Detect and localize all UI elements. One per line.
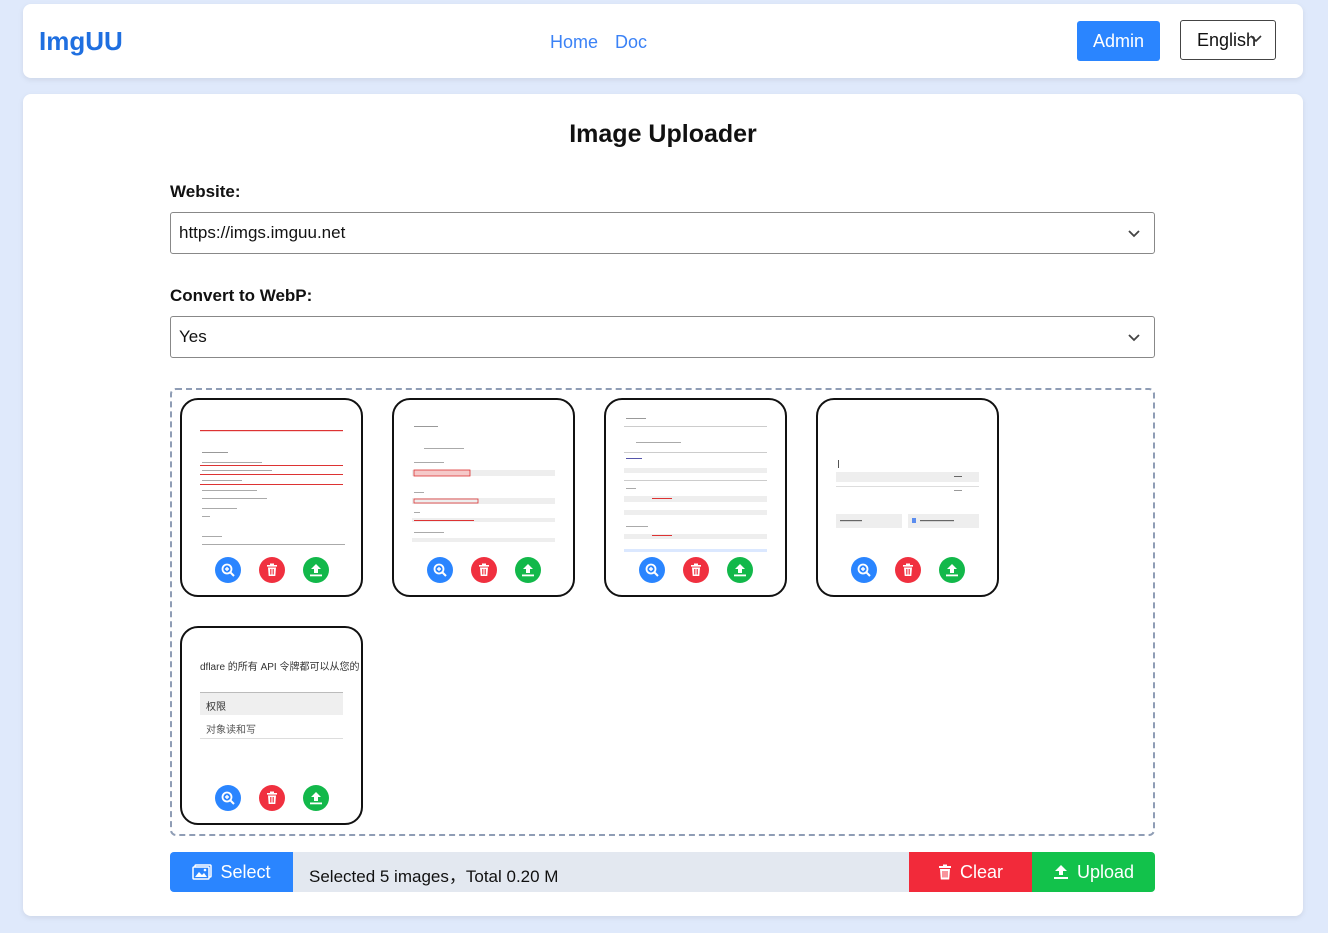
logo[interactable]: ImgUU (39, 26, 123, 57)
delete-button[interactable] (682, 557, 709, 583)
zoom-button[interactable] (850, 557, 877, 583)
upload-button[interactable]: Upload (1032, 852, 1155, 892)
image-preview (200, 430, 345, 545)
webp-label: Convert to WebP: (170, 286, 313, 305)
uploader-card: Image Uploader Website: https://imgs.img… (23, 94, 1303, 916)
preview-table-row-text: 对象读和写 (206, 725, 256, 736)
upload-single-button[interactable] (302, 785, 329, 811)
upload-single-button[interactable] (514, 557, 541, 583)
image-thumbnail (604, 398, 787, 597)
webp-value: Yes (179, 327, 207, 346)
upload-icon (945, 564, 958, 577)
zoom-in-icon (433, 563, 447, 577)
top-header: ImgUU Home Doc Admin English (23, 4, 1303, 78)
nav-doc-link[interactable]: Doc (615, 32, 647, 52)
trash-icon (478, 563, 489, 576)
main-nav: Home Doc (550, 32, 659, 53)
upload-toolbar: Select Selected 5 images，Total 0.20 M Cl… (170, 852, 1155, 892)
image-preview: dflare 的所有 API 令牌都可以从您的 权限 对象读和写 (198, 640, 359, 780)
select-button[interactable]: Select (170, 852, 293, 892)
image-preview (836, 460, 979, 528)
upload-icon (1053, 865, 1068, 879)
clear-button[interactable]: Clear (909, 852, 1032, 892)
preview-text-line: dflare 的所有 API 令牌都可以从您的 (200, 662, 360, 673)
trash-icon (266, 791, 277, 804)
image-thumbnail: dflare 的所有 API 令牌都可以从您的 权限 对象读和写 (180, 626, 363, 825)
upload-single-button[interactable] (302, 557, 329, 583)
chevron-down-icon (1250, 35, 1262, 43)
zoom-in-icon (857, 563, 871, 577)
zoom-button[interactable] (426, 557, 453, 583)
zoom-in-icon (645, 563, 659, 577)
upload-icon (309, 564, 322, 577)
page-title: Image Uploader (569, 120, 757, 148)
image-dropzone[interactable]: dflare 的所有 API 令牌都可以从您的 权限 对象读和写 (170, 388, 1155, 836)
preview-table-row: 对象读和写 (200, 714, 343, 739)
image-thumbnail (392, 398, 575, 597)
upload-single-button[interactable] (938, 557, 965, 583)
upload-icon (309, 792, 322, 805)
image-preview (412, 426, 555, 542)
zoom-button[interactable] (214, 785, 241, 811)
delete-button[interactable] (258, 785, 285, 811)
trash-icon (938, 864, 951, 880)
upload-single-button[interactable] (726, 557, 753, 583)
nav-home-link[interactable]: Home (550, 32, 598, 52)
select-button-label: Select (220, 861, 271, 882)
zoom-button[interactable] (638, 557, 665, 583)
website-value: https://imgs.imguu.net (179, 223, 346, 242)
language-select[interactable]: English (1180, 20, 1276, 60)
delete-button[interactable] (258, 557, 285, 583)
thumbnail-actions (394, 557, 573, 583)
selection-status: Selected 5 images，Total 0.20 M (309, 867, 559, 886)
website-label: Website: (170, 182, 241, 201)
preview-table-header-text: 权限 (206, 702, 226, 713)
upload-icon (521, 564, 534, 577)
chevron-down-icon (1128, 334, 1140, 342)
image-icon (192, 864, 213, 880)
webp-select[interactable]: Yes (170, 316, 1155, 358)
admin-button[interactable]: Admin (1077, 21, 1160, 61)
thumbnail-actions (182, 785, 361, 811)
zoom-in-icon (221, 791, 235, 805)
upload-icon (733, 564, 746, 577)
trash-icon (902, 563, 913, 576)
upload-button-label: Upload (1076, 861, 1135, 882)
delete-button[interactable] (894, 557, 921, 583)
preview-table-header: 权限 (200, 692, 343, 715)
image-preview (624, 418, 767, 552)
image-thumbnail (180, 398, 363, 597)
delete-button[interactable] (470, 557, 497, 583)
website-select[interactable]: https://imgs.imguu.net (170, 212, 1155, 254)
chevron-down-icon (1128, 230, 1140, 238)
thumbnail-actions (818, 557, 997, 583)
zoom-button[interactable] (214, 557, 241, 583)
thumbnail-actions (182, 557, 361, 583)
trash-icon (266, 563, 277, 576)
clear-button-label: Clear (959, 861, 1003, 882)
zoom-in-icon (221, 563, 235, 577)
thumbnail-actions (606, 557, 785, 583)
trash-icon (690, 563, 701, 576)
image-thumbnail (816, 398, 999, 597)
language-value: English (1197, 29, 1257, 50)
